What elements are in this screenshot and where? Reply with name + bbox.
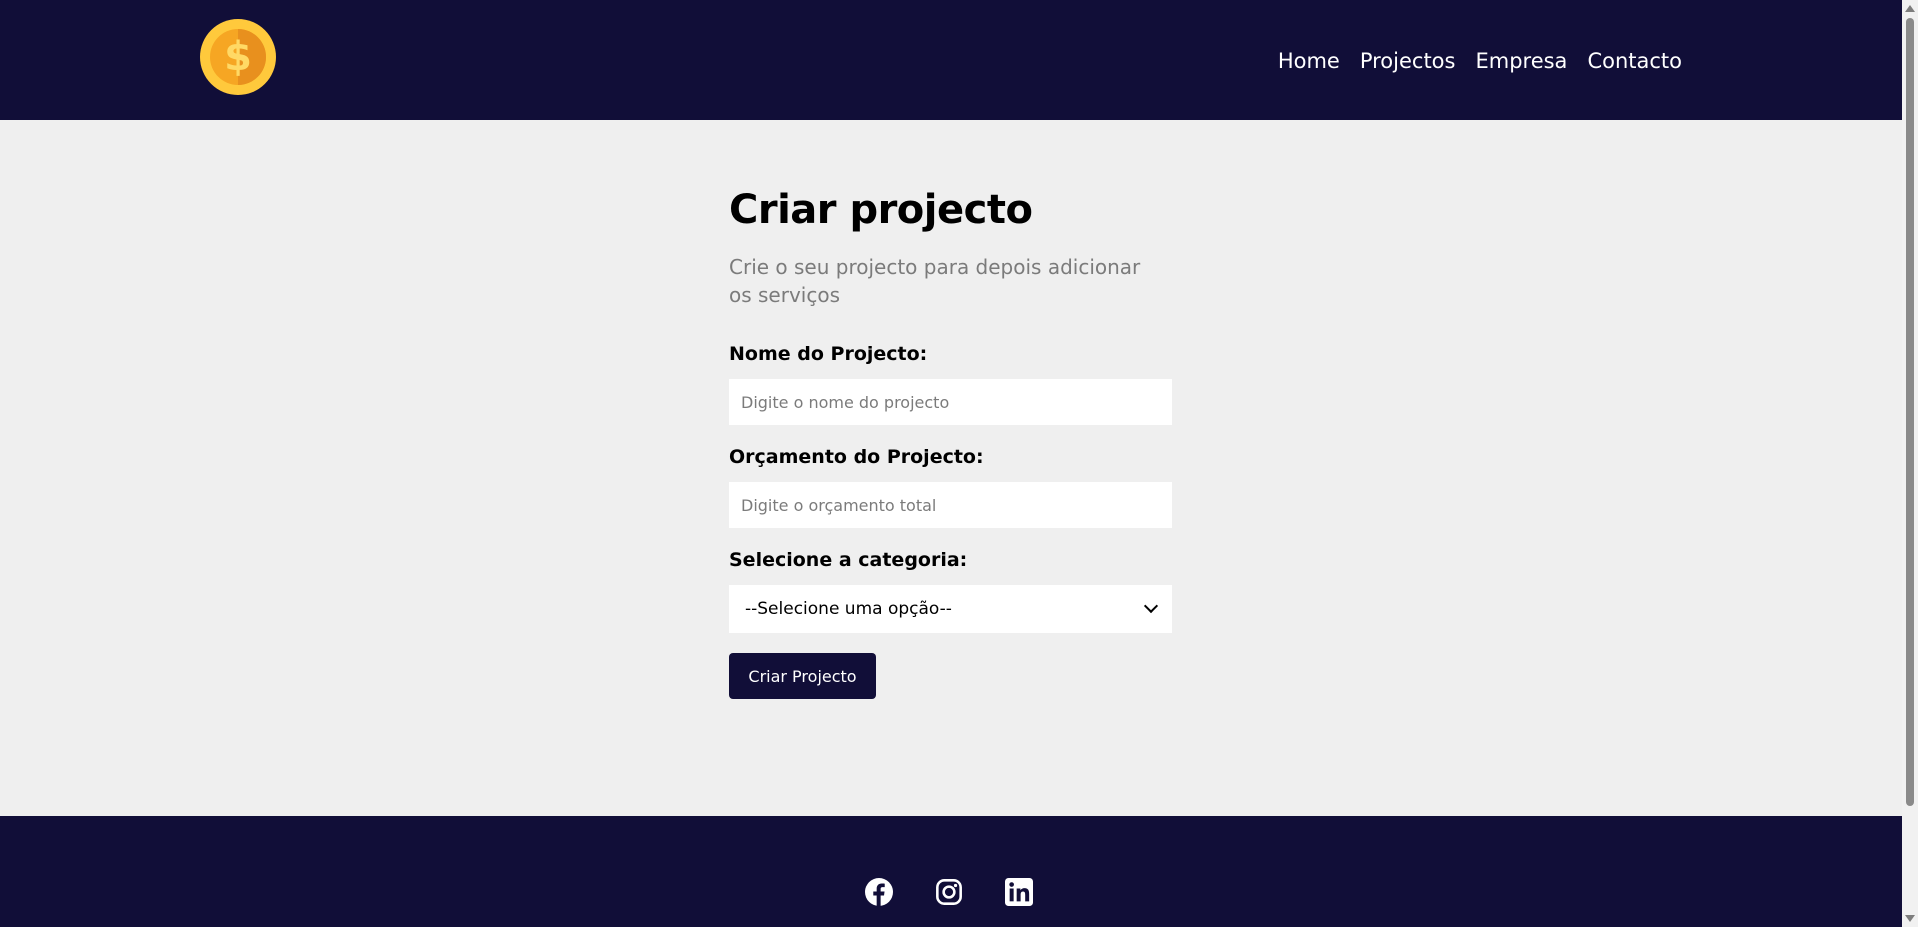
- nav-item-projectos: Projectos: [1360, 48, 1456, 74]
- scrollbar-thumb[interactable]: [1906, 18, 1914, 806]
- navbar: $ Home Projectos Empresa Contacto: [0, 0, 1902, 120]
- name-field-group: Nome do Projecto:: [729, 341, 1172, 425]
- dollar-coin-icon[interactable]: $: [200, 19, 276, 95]
- page-subtitle: Crie o seu projecto para depois adiciona…: [729, 255, 1141, 307]
- scroll-up-arrow-icon[interactable]: [1905, 5, 1915, 12]
- scroll-down-arrow-icon[interactable]: [1905, 915, 1915, 922]
- linkedin-icon[interactable]: [1005, 878, 1033, 906]
- category-selected-value: --Selecione uma opção--: [745, 599, 952, 619]
- project-budget-input[interactable]: [729, 482, 1172, 528]
- vertical-scrollbar[interactable]: [1902, 0, 1918, 927]
- instagram-icon[interactable]: [935, 878, 963, 906]
- nav-item-contacto: Contacto: [1587, 48, 1682, 74]
- nav-item-empresa: Empresa: [1475, 48, 1567, 74]
- category-select[interactable]: --Selecione uma opção--: [729, 585, 1172, 633]
- facebook-icon[interactable]: [865, 878, 893, 906]
- nav-link-home[interactable]: Home: [1278, 49, 1340, 73]
- category-label: Selecione a categoria:: [729, 549, 968, 571]
- social-links: [865, 878, 1033, 906]
- name-label: Nome do Projecto:: [729, 343, 928, 365]
- budget-field-group: Orçamento do Projecto:: [729, 444, 1172, 528]
- nav-link-contacto[interactable]: Contacto: [1587, 49, 1682, 73]
- new-project-form: Nome do Projecto: Orçamento do Projecto:…: [729, 341, 1172, 699]
- page-title: Criar projecto: [729, 187, 1033, 233]
- nav-list: Home Projectos Empresa Contacto: [1278, 48, 1682, 74]
- dollar-glyph: $: [224, 34, 252, 80]
- footer: [0, 816, 1902, 927]
- budget-label: Orçamento do Projecto:: [729, 446, 984, 468]
- category-field-group: Selecione a categoria: --Selecione uma o…: [729, 547, 1172, 633]
- nav-item-home: Home: [1278, 48, 1340, 74]
- new-project-container: Criar projecto Crie o seu projecto para …: [729, 180, 1172, 699]
- nav-link-projectos[interactable]: Projectos: [1360, 49, 1456, 73]
- chevron-down-icon: [1143, 598, 1159, 614]
- nav-link-empresa[interactable]: Empresa: [1475, 49, 1567, 73]
- project-name-input[interactable]: [729, 379, 1172, 425]
- submit-row: Criar Projecto: [729, 653, 1172, 699]
- create-project-button[interactable]: Criar Projecto: [729, 653, 876, 699]
